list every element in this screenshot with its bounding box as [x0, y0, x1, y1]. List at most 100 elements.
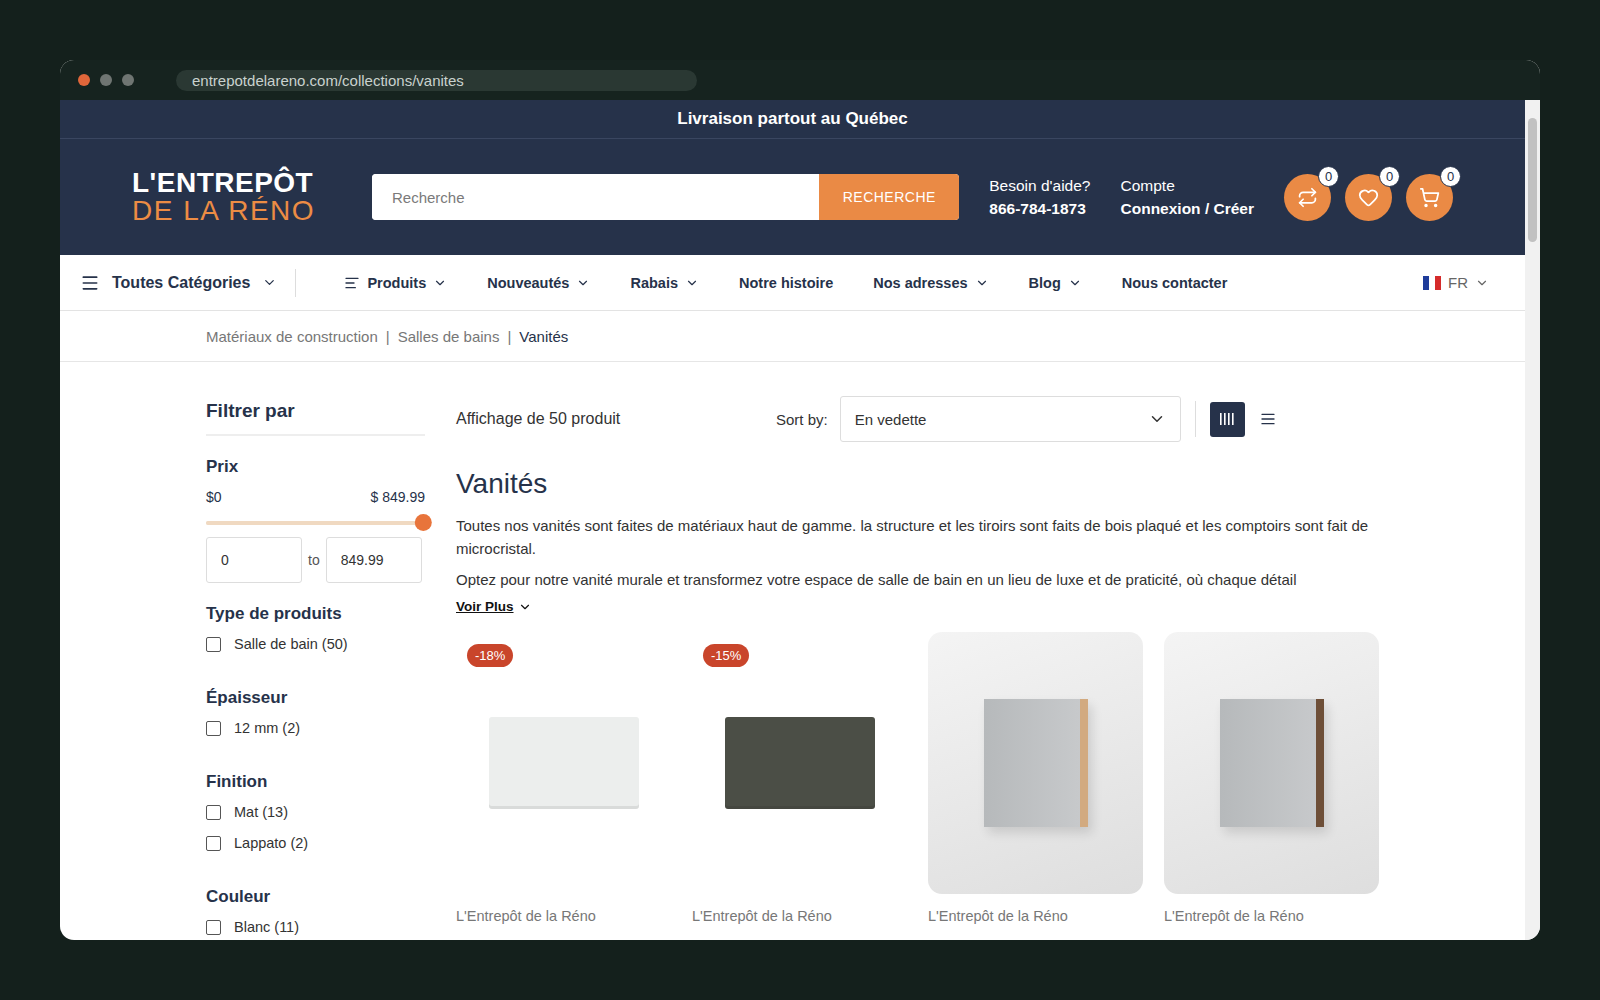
filter-group-title: Couleur — [206, 887, 425, 907]
product-image[interactable] — [928, 632, 1143, 894]
checkbox[interactable] — [206, 721, 221, 736]
filter-option[interactable]: Mat (13) — [206, 804, 425, 820]
grid-view-icon — [1220, 413, 1234, 425]
product-brand: L'Entrepôt de la Réno — [692, 908, 907, 924]
nav-item[interactable]: Rabais — [630, 275, 699, 291]
logo-line: DE LA RÉNO — [132, 197, 342, 225]
count-badge: 0 — [1379, 166, 1400, 187]
sort-select[interactable]: En vedette — [840, 396, 1181, 442]
products-icon — [344, 275, 360, 291]
site-header: L'ENTREPÔTDE LA RÉNO RECHERCHE Besoin d'ai… — [60, 139, 1525, 255]
header-icon-button[interactable]: 0 — [1284, 174, 1331, 221]
search-button[interactable]: RECHERCHE — [819, 174, 959, 220]
logo[interactable]: L'ENTREPÔTDE LA RÉNO — [132, 169, 342, 225]
desktop: entrepotdelareno.com/collections/vanites… — [0, 0, 1600, 1000]
view-toggle[interactable] — [1210, 402, 1245, 437]
checkbox[interactable] — [206, 836, 221, 851]
product-card[interactable]: L'Entrepôt de la Réno — [1164, 632, 1379, 924]
maximize-dot[interactable] — [122, 74, 134, 86]
product-card[interactable]: -18% L'Entrepôt de la Réno — [456, 632, 671, 924]
count-badge: 0 — [1318, 166, 1339, 187]
nav-list: Produits Nouveautés Rabais Notre histoire No… — [344, 275, 1227, 291]
breadcrumb-separator: | — [507, 328, 511, 345]
language-selector[interactable]: FR — [1417, 273, 1495, 292]
scrollbar[interactable] — [1525, 100, 1540, 940]
browser-window: entrepotdelareno.com/collections/vanites… — [60, 60, 1540, 940]
filter-option[interactable]: Blanc (11) — [206, 919, 425, 935]
nav-item[interactable]: Produits — [344, 275, 447, 291]
price-max-input[interactable] — [326, 537, 422, 583]
search-box: RECHERCHE — [372, 174, 959, 220]
vanity-sink — [725, 717, 875, 809]
main: Filtrer parPrix$0$ 849.99toType de produ… — [206, 362, 1379, 940]
close-dot[interactable] — [78, 74, 90, 86]
product-image[interactable] — [1164, 632, 1379, 894]
count-badge: 0 — [1440, 166, 1461, 187]
breadcrumb-item[interactable]: Salles de bains — [398, 328, 500, 345]
nav-divider — [295, 269, 296, 297]
nav-item[interactable]: Nouveautés — [487, 275, 590, 291]
help-phone[interactable]: 866-784-1873 — [989, 200, 1090, 218]
product-image[interactable]: -18% — [456, 632, 671, 894]
product-brand: L'Entrepôt de la Réno — [928, 908, 1143, 924]
chevron-down-icon — [1148, 410, 1166, 428]
logo-line: L'ENTREPÔT — [132, 169, 342, 197]
price-inputs: to — [206, 537, 425, 583]
product-card[interactable]: -15% L'Entrepôt de la Réno — [692, 632, 907, 924]
price-slider[interactable] — [206, 521, 425, 525]
nav-item[interactable]: Notre histoire — [739, 275, 833, 291]
account-block: CompteConnexion / Créer — [1121, 177, 1255, 218]
product-image[interactable]: -15% — [692, 632, 907, 894]
minimize-dot[interactable] — [100, 74, 112, 86]
chevron-down-icon — [685, 276, 699, 290]
filter-option[interactable]: Salle de bain (50) — [206, 636, 425, 652]
price-slider-thumb[interactable] — [415, 514, 432, 531]
shipping-banner: Livraison partout au Québec — [60, 100, 1525, 139]
nav-bar: Toutes Catégories Produits Nouveautés Rabai… — [60, 255, 1525, 311]
header-icon-button[interactable]: 0 — [1345, 174, 1392, 221]
product-grid: -18% L'Entrepôt de la Réno -15% L'Entrepôt … — [456, 632, 1379, 924]
product-count: Affichage de 50 produit — [456, 410, 776, 428]
price-range-labels: $0$ 849.99 — [206, 489, 425, 505]
scrollbar-thumb[interactable] — [1528, 118, 1537, 242]
chevron-down-icon — [576, 276, 590, 290]
toolbar-divider — [1195, 401, 1196, 437]
all-categories-button[interactable]: Toutes Catégories — [80, 273, 295, 293]
product-brand: L'Entrepôt de la Réno — [1164, 908, 1379, 924]
collection-description: Optez pour notre vanité murale et transf… — [456, 568, 1379, 591]
nav-item[interactable]: Nos adresses — [873, 275, 988, 291]
chevron-down-icon — [433, 276, 447, 290]
checkbox[interactable] — [206, 805, 221, 820]
account-link[interactable]: Connexion / Créer — [1121, 200, 1255, 218]
breadcrumb-separator: | — [386, 328, 390, 345]
page: Livraison partout au QuébecL'ENTREPÔTDE … — [60, 100, 1525, 940]
breadcrumb-item: Vanités — [519, 328, 568, 345]
header-icons: 000 — [1284, 174, 1453, 221]
search-input[interactable] — [372, 174, 819, 220]
address-bar[interactable]: entrepotdelareno.com/collections/vanites — [176, 70, 697, 91]
breadcrumb-bar: Matériaux de construction | Salles de bain… — [60, 311, 1525, 362]
mirror-cabinet — [1220, 699, 1324, 827]
vanity-sink — [489, 717, 639, 809]
chevron-down-icon — [1068, 276, 1082, 290]
filter-option[interactable]: 12 mm (2) — [206, 720, 425, 736]
see-more-button[interactable]: Voir Plus — [456, 599, 532, 614]
price-min-input[interactable] — [206, 537, 302, 583]
header-icon-button[interactable]: 0 — [1406, 174, 1453, 221]
browser-body: Livraison partout au QuébecL'ENTREPÔTDE … — [60, 100, 1540, 940]
checkbox[interactable] — [206, 637, 221, 652]
nav-item[interactable]: Nous contacter — [1122, 275, 1228, 291]
checkbox[interactable] — [206, 920, 221, 935]
product-brand: L'Entrepôt de la Réno — [456, 908, 671, 924]
cart-icon — [1419, 187, 1440, 208]
french-flag-icon — [1423, 276, 1441, 290]
filter-option[interactable]: Lappato (2) — [206, 835, 425, 851]
chevron-down-icon — [1475, 276, 1489, 290]
nav-item[interactable]: Blog — [1029, 275, 1082, 291]
title-bar: entrepotdelareno.com/collections/vanites — [60, 60, 1540, 100]
help-block: Besoin d'aide?866-784-1873 — [989, 177, 1090, 218]
product-card[interactable]: L'Entrepôt de la Réno — [928, 632, 1143, 924]
mirror-cabinet — [984, 699, 1088, 827]
breadcrumb-item[interactable]: Matériaux de construction — [206, 328, 378, 345]
view-toggle[interactable] — [1251, 402, 1286, 437]
